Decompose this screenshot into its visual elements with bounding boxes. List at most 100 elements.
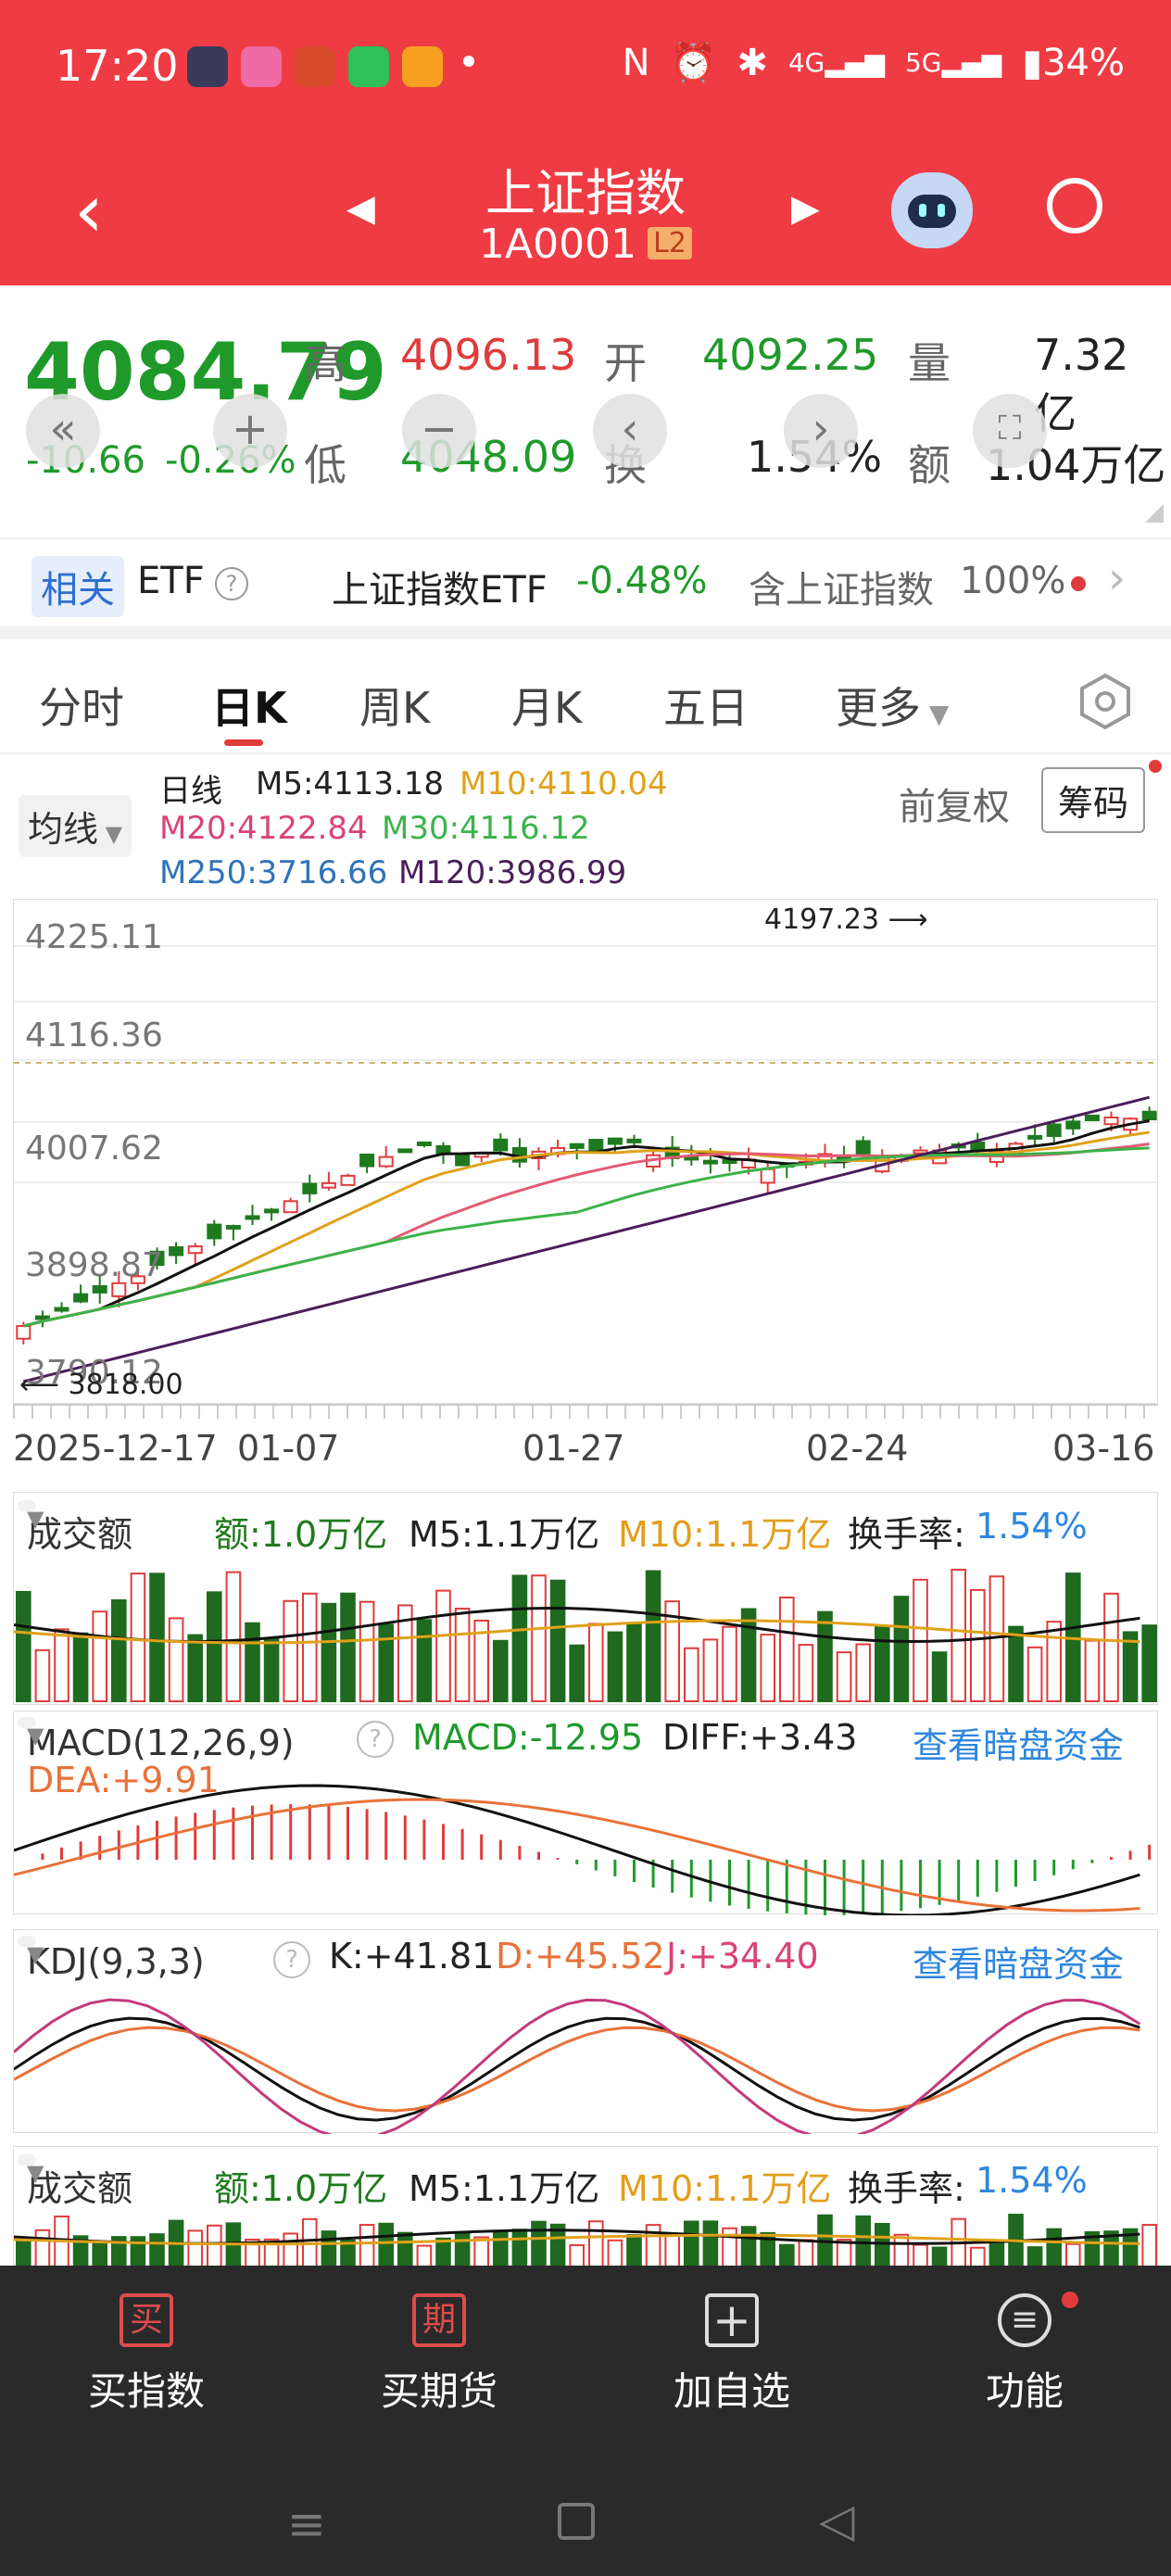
functions-label: 功能 (985, 2368, 1064, 2414)
k-value: K:+41.81 (329, 1936, 495, 1976)
tab-more-label: 更多 (836, 683, 921, 733)
kdj-selector[interactable]: KDJ(9,3,3) ▼ (18, 1936, 205, 1982)
ma-selector[interactable]: 均线 ▼ (19, 795, 132, 857)
kdj-panel[interactable]: KDJ(9,3,3) ▼ ? K:+41.81 D:+45.52 J:+34.4… (13, 1929, 1158, 2134)
volume-bar (1084, 1639, 1101, 1702)
next-stock-icon[interactable]: ▶ (791, 187, 820, 230)
date-label: 03-16 (1052, 1428, 1155, 1469)
candle-body (722, 1159, 737, 1165)
code-label: 1A0001 (479, 221, 637, 268)
dark-pool-link[interactable]: 查看暗盘资金 (913, 1936, 1124, 1987)
app-icon (295, 46, 335, 87)
candle-body (1084, 1114, 1100, 1121)
volume-bar (1008, 1625, 1024, 1702)
volume-bar (684, 1647, 699, 1703)
volume-bar (569, 1644, 586, 1703)
fuquan-button[interactable]: 前复权 (899, 777, 1010, 830)
date-label: 01-27 (523, 1428, 625, 1469)
tab-monthly-k[interactable]: 月K (511, 675, 582, 736)
expand-corner-icon[interactable] (1145, 504, 1164, 523)
zoom-in-button[interactable]: + (213, 394, 287, 468)
etf-bar[interactable]: 相关 ETF ? 上证指数ETF -0.48% 含上证指数 100% › (0, 537, 1171, 639)
etf-label: ETF (137, 560, 205, 602)
volume-selector[interactable]: 成交额 ▼ (18, 1500, 132, 1555)
min-price-value: 3818.00 (68, 1369, 183, 1401)
chevron-right-icon[interactable]: › (1108, 552, 1126, 604)
ma-line (22, 1130, 1150, 1328)
nav-home-icon[interactable] (558, 2503, 595, 2540)
volume-bar (149, 1572, 165, 1702)
kdj-chart (14, 1998, 1141, 2134)
scroll-left-button[interactable]: ‹ (593, 394, 667, 468)
zoom-out-button[interactable]: − (402, 394, 476, 468)
volume-bar (511, 1574, 528, 1702)
volume-bar (397, 2231, 413, 2267)
search-icon[interactable] (1047, 178, 1102, 234)
volume-bar (588, 1623, 604, 1702)
candle-body (321, 1181, 336, 1189)
volume-bar (702, 1638, 719, 1703)
buy-index-button[interactable]: 买买指数 (35, 2293, 258, 2417)
volume-bar (92, 1610, 108, 1702)
chouma-button[interactable]: 筹码 (1041, 767, 1146, 833)
nav-back-icon[interactable]: ◁ (819, 2494, 854, 2547)
help-icon[interactable]: ? (273, 1941, 310, 1978)
volume-bar (34, 1648, 51, 1702)
tab-daily-k[interactable]: 日K (211, 675, 287, 736)
tab-more[interactable]: 更多 ▼ (836, 675, 949, 736)
volume-panel-2[interactable]: 成交额 ▼ 额:1.0万亿 M5:1.1万亿 M10:1.1万亿 换手率: 1.… (13, 2146, 1158, 2267)
status-time: 17:20 (56, 41, 179, 91)
etf-name[interactable]: 上证指数ETF (332, 560, 548, 613)
macd-panel[interactable]: MACD(12,26,9) ▼ ? MACD:-12.95 DIFF:+3.43… (13, 1711, 1158, 1915)
candle-body (1046, 1123, 1062, 1137)
tab-weekly-k[interactable]: 周K (359, 675, 430, 736)
volume-bar (1046, 2228, 1063, 2267)
candle-body (302, 1182, 318, 1194)
candle-body (1141, 1110, 1157, 1121)
buy-futures-label: 买期货 (380, 2368, 497, 2414)
buy-icon: 买 (120, 2293, 173, 2347)
m10-value: M10:1.1万亿 (618, 2168, 832, 2209)
scroll-left-fast-button[interactable]: « (26, 394, 100, 468)
volume-panel[interactable]: 成交额 ▼ 额:1.0万亿 M5:1.1万亿 M10:1.1万亿 换手率: 1.… (13, 1492, 1158, 1705)
dark-pool-link[interactable]: 查看暗盘资金 (913, 1717, 1124, 1768)
candle-body (207, 1223, 222, 1240)
robot-icon[interactable] (891, 172, 973, 248)
nav-menu-icon[interactable]: ≡ (287, 2497, 326, 2551)
fullscreen-button[interactable]: ⛶ (973, 394, 1047, 468)
help-icon[interactable]: ? (357, 1721, 394, 1758)
macd-selector[interactable]: MACD(12,26,9) ▼ (18, 1717, 295, 1763)
tab-five-day[interactable]: 五日 (663, 675, 749, 736)
volume-bar (207, 2224, 222, 2267)
scroll-right-button[interactable]: › (784, 394, 858, 468)
tab-fenshi[interactable]: 分时 (39, 675, 124, 736)
stock-code: 1A0001 L2 (0, 221, 1171, 268)
caret-down-icon: ▼ (27, 2160, 44, 2186)
volume-bar (531, 2220, 547, 2267)
volume-bar (149, 2233, 165, 2267)
candle-body (397, 1148, 413, 1154)
amount-value: 额:1.0万亿 (214, 1514, 388, 1555)
functions-button[interactable]: ≡ 功能 (913, 2293, 1136, 2417)
volume-bar (16, 2238, 31, 2267)
volume-bar (626, 1622, 642, 1702)
date-ticks (13, 1404, 1158, 1419)
diff-value: DIFF:+3.43 (662, 1717, 858, 1758)
macd-chart (14, 1784, 1152, 1915)
kline-chart[interactable]: 4225.11 4116.36 4007.62 3898.87 3790.12 … (13, 899, 1159, 1404)
help-icon[interactable]: ? (215, 567, 248, 600)
buy-futures-button[interactable]: 期买期货 (328, 2293, 550, 2417)
settings-hex-icon[interactable] (1077, 673, 1134, 730)
bilibili-icon (241, 46, 282, 87)
volume-bar (207, 1591, 222, 1702)
candle-body (607, 1137, 623, 1145)
caret-down-icon: ▼ (27, 1506, 44, 1532)
volume-selector[interactable]: 成交额 ▼ (18, 2154, 132, 2209)
volume-bar (931, 2246, 948, 2267)
add-watchlist-button[interactable]: + 加自选 (621, 2293, 843, 2417)
turnover-value: 1.54% (976, 1506, 1088, 1547)
ma30-value: M30:4116.12 (382, 810, 590, 847)
turnover-label: 换手率: (848, 2168, 965, 2209)
d-value: D:+45.52 (496, 1936, 665, 1976)
volume-bar (187, 1634, 203, 1702)
